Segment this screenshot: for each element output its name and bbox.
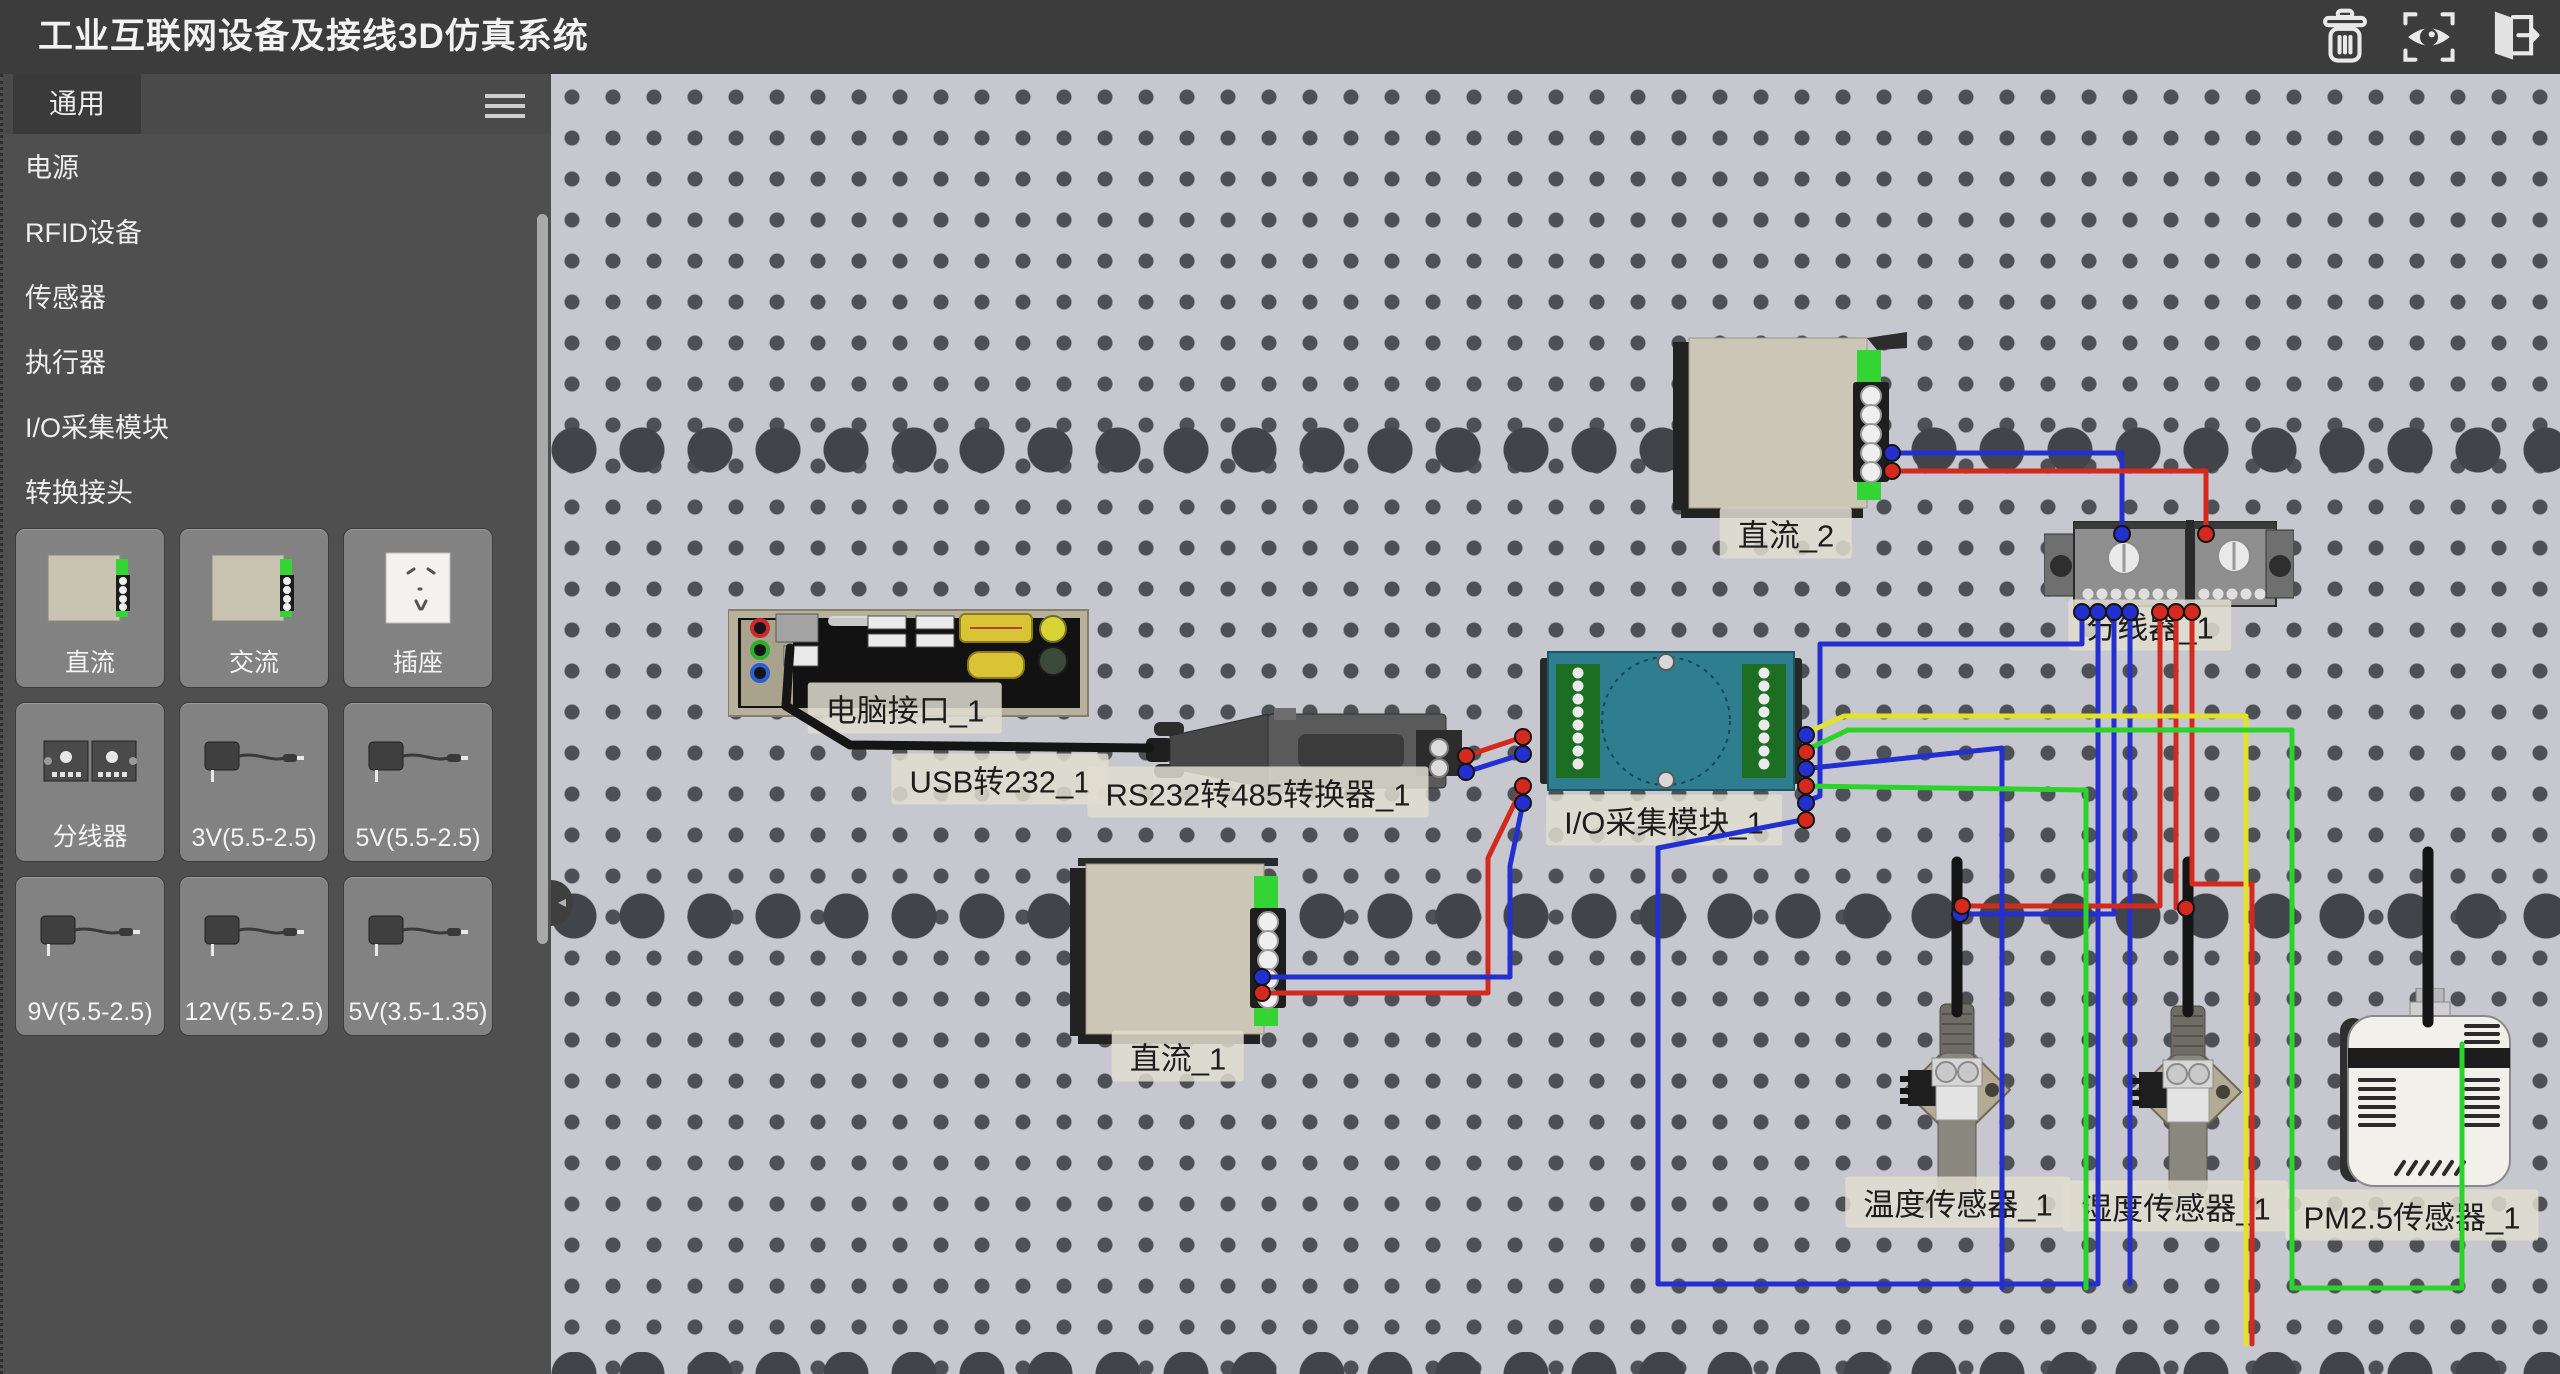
menu-icon[interactable] (485, 88, 525, 120)
pegboard-hole-band (551, 893, 2560, 939)
component-card-grid: 直流 交流 (15, 528, 507, 1036)
exit-icon[interactable] (2484, 8, 2542, 66)
device-rs232-to-485[interactable] (1146, 708, 1468, 803)
component-sidebar: 通用 电源 RFID设备 传感器 执行器 I/O采集模块 转换接头 (0, 74, 551, 1374)
pegboard-hole-band (551, 1352, 2560, 1374)
adapter-icon (344, 885, 492, 987)
dc-power-icon (16, 537, 164, 639)
trash-icon[interactable] (2316, 8, 2374, 66)
category-menu: 电源 RFID设备 传感器 执行器 I/O采集模块 转换接头 (3, 136, 551, 526)
sidebar-scrollbar[interactable] (537, 214, 548, 944)
menu-item-power[interactable]: 电源 (3, 136, 551, 201)
card-3v-adapter[interactable]: 3V(5.5-2.5) (179, 702, 329, 862)
ac-power-icon (180, 537, 328, 639)
tab-general[interactable]: 通用 (13, 74, 141, 134)
card-5v-135-adapter[interactable]: 5V(3.5-1.35) (343, 876, 493, 1036)
socket-icon (344, 537, 492, 639)
menu-item-sensor[interactable]: 传感器 (3, 266, 551, 331)
card-splitter[interactable]: 分线器 (15, 702, 165, 862)
view-focus-icon[interactable] (2400, 8, 2458, 66)
splitter-icon (16, 711, 164, 813)
device-dc-power-1[interactable] (1068, 856, 1304, 1065)
card-5v-adapter[interactable]: 5V(5.5-2.5) (343, 702, 493, 862)
card-9v-adapter[interactable]: 9V(5.5-2.5) (15, 876, 165, 1036)
top-bar: 工业互联网设备及接线3D仿真系统 (0, 0, 2560, 74)
menu-item-io-module[interactable]: I/O采集模块 (3, 396, 551, 461)
device-humidity-sensor[interactable] (2125, 1000, 2255, 1205)
pegboard-hole-band (551, 427, 2560, 473)
menu-item-rfid[interactable]: RFID设备 (3, 201, 551, 266)
adapter-icon (180, 711, 328, 813)
device-io-module[interactable] (1540, 648, 1802, 801)
adapter-icon (180, 885, 328, 987)
app-title: 工业互联网设备及接线3D仿真系统 (38, 0, 589, 74)
card-ac-power[interactable]: 交流 (179, 528, 329, 688)
menu-item-actuator[interactable]: 执行器 (3, 331, 551, 396)
card-dc-power[interactable]: 直流 (15, 528, 165, 688)
top-toolbar (2316, 8, 2542, 66)
adapter-icon (344, 711, 492, 813)
adapter-icon (16, 885, 164, 987)
sidebar-tabstrip: 通用 (3, 74, 551, 134)
device-splitter[interactable] (2044, 516, 2294, 617)
device-dc-power-2[interactable] (1671, 330, 1907, 539)
menu-item-converter[interactable]: 转换接头 (3, 461, 551, 526)
app-window: 工业互联网设备及接线3D仿真系统 (0, 0, 2560, 1374)
card-socket[interactable]: 插座 (343, 528, 493, 688)
card-12v-adapter[interactable]: 12V(5.5-2.5) (179, 876, 329, 1036)
